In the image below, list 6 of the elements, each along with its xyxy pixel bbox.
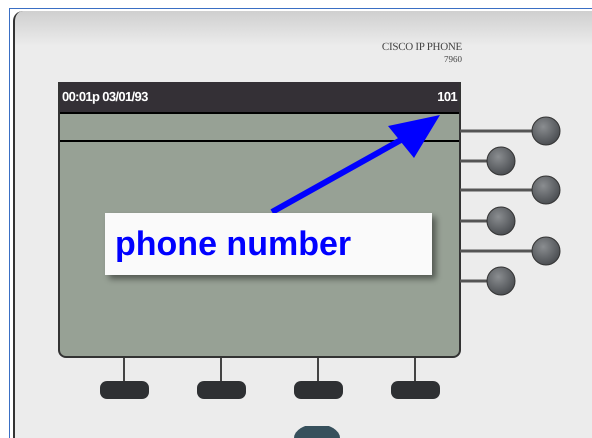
nav-button-icon xyxy=(292,426,342,438)
model-label: 7960 xyxy=(444,55,462,64)
brand-label: CISCO IP PHONE xyxy=(382,42,462,53)
extension-number: 101 xyxy=(437,88,457,106)
date-time: 00:01p 03/01/93 xyxy=(62,88,148,106)
callout-label: phone number xyxy=(115,227,352,261)
